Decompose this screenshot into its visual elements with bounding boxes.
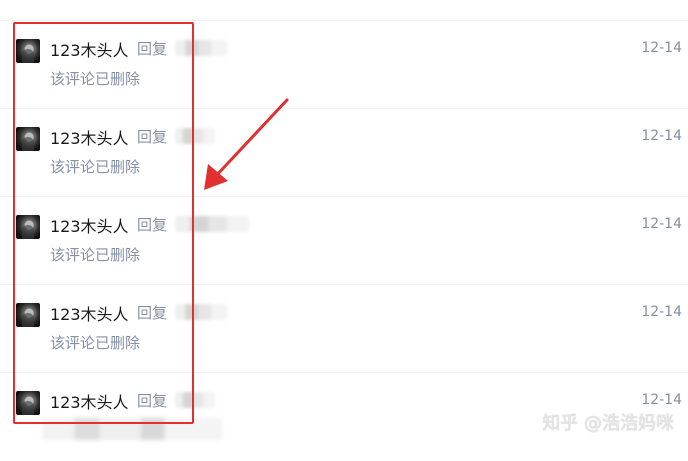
notification-date: 12-14 [641,128,682,144]
username[interactable]: 123木头人 [50,213,129,237]
avatar[interactable] [16,215,40,239]
notification-date: 12-14 [641,304,682,320]
blurred-reply-target [175,128,215,144]
username[interactable]: 123木头人 [50,301,129,325]
username[interactable]: 123木头人 [50,37,129,61]
blurred-reply-target [175,216,249,232]
avatar[interactable] [16,303,40,327]
notification-date: 12-14 [641,40,682,56]
notification-row[interactable]: 123木头人 回复 该评论已删除 12-14 [0,108,688,197]
notification-date: 12-14 [641,392,682,408]
blurred-reply-target [175,392,215,408]
deleted-comment-text: 该评论已删除 [50,246,141,264]
deleted-comment-text: 该评论已删除 [50,158,141,176]
reply-label: 回复 [137,304,168,322]
blurred-comment-text [42,418,222,440]
avatar[interactable] [16,391,40,415]
reply-label: 回复 [137,392,168,410]
username[interactable]: 123木头人 [50,389,129,413]
notification-row[interactable]: 123木头人 回复 该评论已删除 12-14 [0,284,688,373]
zhihu-watermark: 知乎 @浩浩妈咪 [542,413,674,434]
reply-label: 回复 [137,216,168,234]
reply-label: 回复 [137,40,168,58]
blurred-reply-target [175,40,227,56]
deleted-comment-text: 该评论已删除 [50,334,141,352]
notification-row[interactable]: 123木头人 回复 该评论已删除 12-14 [0,20,688,109]
deleted-comment-text: 该评论已删除 [50,70,141,88]
avatar[interactable] [16,39,40,63]
reply-label: 回复 [137,128,168,146]
username[interactable]: 123木头人 [50,125,129,149]
notification-row[interactable]: 123木头人 回复 该评论已删除 12-14 [0,196,688,285]
notification-date: 12-14 [641,216,682,232]
avatar[interactable] [16,127,40,151]
blurred-reply-target [175,304,227,320]
